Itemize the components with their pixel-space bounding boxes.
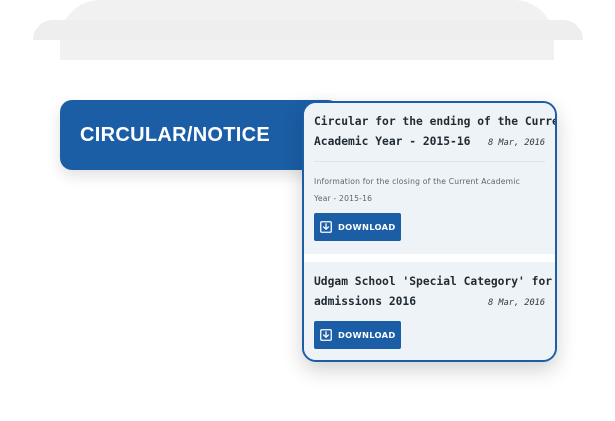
download-button-label: DOWNLOAD <box>338 222 396 232</box>
notice-title-line-1[interactable]: Circular for the ending of the Current <box>314 115 555 128</box>
notice-divider <box>314 161 545 162</box>
notice-description-line-1: Information for the closing of the Curre… <box>314 177 520 186</box>
notice-panel[interactable]: Circular for the ending of the Current A… <box>302 101 557 362</box>
download-arrow-icon <box>320 221 332 233</box>
download-button[interactable]: DOWNLOAD <box>314 321 401 349</box>
notice-title-line-2[interactable]: Academic Year - 2015-16 <box>314 135 470 148</box>
section-title: CIRCULAR/NOTICE <box>80 123 271 146</box>
notice-description-line-2: Year - 2015-16 <box>314 194 373 203</box>
notice-item: Udgam School 'Special Category' for admi… <box>304 262 555 360</box>
notice-title-line-1[interactable]: Udgam School 'Special Category' for <box>314 275 552 288</box>
download-arrow-icon <box>320 329 332 341</box>
notice-date: 8 Mar, 2016 <box>488 138 545 148</box>
download-button[interactable]: DOWNLOAD <box>314 213 401 241</box>
notice-description: Information for the closing of the Curre… <box>314 173 544 207</box>
notice-item: Circular for the ending of the Current A… <box>304 103 555 254</box>
download-button-label: DOWNLOAD <box>338 330 396 340</box>
background-card-front <box>33 20 583 40</box>
section-heading-tab: CIRCULAR/NOTICE <box>60 100 340 170</box>
notice-date: 8 Mar, 2016 <box>488 298 545 308</box>
notice-title-line-2[interactable]: admissions 2016 <box>314 295 416 308</box>
